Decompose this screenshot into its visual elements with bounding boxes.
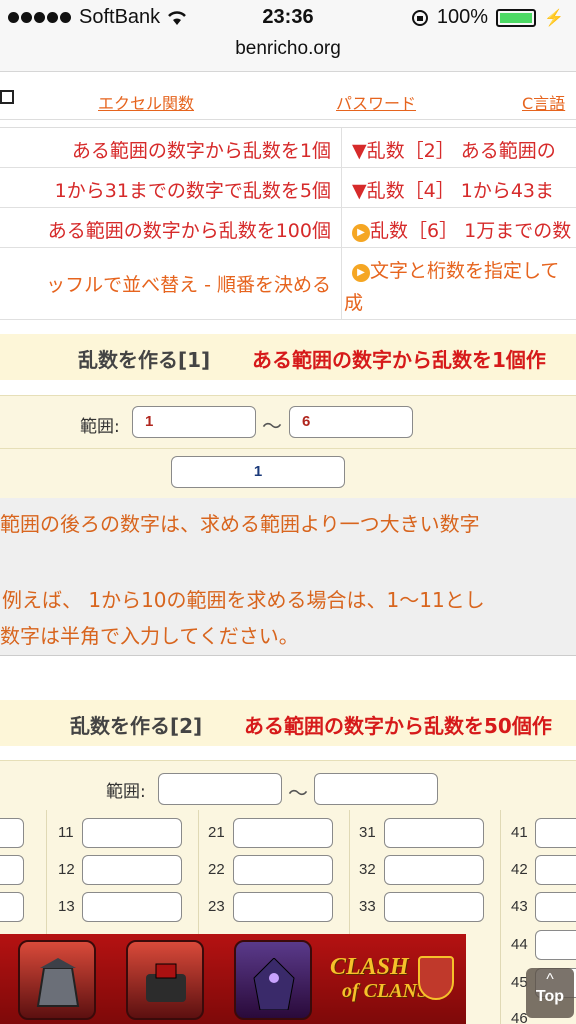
shield-icon — [418, 956, 454, 1000]
grid-number: 23 — [208, 898, 225, 915]
grid-field[interactable] — [82, 818, 182, 848]
table-row: ある範囲の数字から乱数を1個 ▼乱数［2］ ある範囲の — [0, 128, 576, 168]
table-row: ッフルで並べ替え - 順番を決める ▶ 文字と桁数を指定して 成 — [0, 248, 576, 320]
play-icon: ▶ — [352, 264, 370, 282]
grid-field[interactable] — [233, 855, 333, 885]
link-shuffle[interactable]: ッフルで並べ替え - 順番を決める — [0, 248, 342, 319]
url-text: benricho.org — [235, 38, 341, 59]
grid-field[interactable] — [535, 818, 576, 848]
link-random-6[interactable]: ▶ 乱数［6］ 1万までの数 — [352, 216, 571, 243]
grid-number: 22 — [208, 861, 225, 878]
nav-link-excel[interactable]: エクセル関数 — [98, 90, 194, 114]
grid-field[interactable] — [535, 855, 576, 885]
grid-field[interactable] — [535, 930, 576, 960]
grid-field[interactable] — [233, 818, 333, 848]
grid-number: 12 — [58, 861, 75, 878]
url-bar[interactable]: benricho.org — [0, 34, 576, 72]
range-max-input[interactable] — [314, 773, 438, 805]
play-icon: ▶ — [352, 224, 370, 242]
grid-field[interactable] — [0, 818, 24, 848]
nav-link-password[interactable]: パスワード — [336, 90, 416, 114]
grid-field[interactable] — [384, 855, 484, 885]
link-range-100[interactable]: ある範囲の数字から乱数を100個 — [0, 208, 342, 247]
table-row: ある範囲の数字から乱数を100個 ▶ 乱数［6］ 1万までの数 — [0, 208, 576, 248]
section1-title: 乱数を作る[1] — [78, 348, 211, 372]
grid-number: 42 — [511, 861, 528, 878]
battery-icon — [496, 8, 537, 27]
warrior-icon — [253, 958, 295, 1010]
grid-number: 33 — [359, 898, 376, 915]
link-range-1[interactable]: ある範囲の数字から乱数を1個 — [0, 128, 342, 167]
notes-box: 範囲の後ろの数字は、求める範囲より一つ大きい数字 例えば、 1から10の範囲を求… — [0, 498, 576, 656]
grid-number: 41 — [511, 824, 528, 841]
grid-number: 44 — [511, 936, 528, 953]
grid-field[interactable] — [233, 892, 333, 922]
ad-tile-cannon[interactable] — [126, 940, 204, 1020]
note-line: 範囲の後ろの数字は、求める範囲より一つ大きい数字 — [0, 512, 480, 536]
link-random-2[interactable]: ▼乱数［2］ ある範囲の — [352, 136, 556, 163]
grid-field[interactable] — [384, 818, 484, 848]
range-max-input[interactable]: 6 — [289, 406, 413, 438]
link-line2: 成 — [344, 292, 364, 314]
grid-field[interactable] — [0, 892, 24, 922]
rotation-lock-icon — [411, 9, 428, 26]
table-row: 1から31までの数字で乱数を5個 ▼乱数［4］ 1から43ま — [0, 168, 576, 208]
ad-logo[interactable]: CLASH of CLANS — [330, 950, 458, 1010]
ad-tile-pekka[interactable] — [234, 940, 312, 1020]
charging-icon: ⚡ — [544, 9, 564, 27]
result-output[interactable]: 1 — [171, 456, 345, 488]
section1-form: 範囲: 1 〜 6 1 — [0, 395, 576, 498]
link-table: ある範囲の数字から乱数を1個 ▼乱数［2］ ある範囲の 1から31までの数字で乱… — [0, 127, 576, 320]
status-bar: SoftBank 23:36 100% ⚡ — [0, 0, 576, 34]
tilde: 〜 — [262, 414, 282, 438]
section2-form: 範囲: 〜 — [0, 760, 576, 810]
tower-icon — [36, 958, 80, 1007]
ad-banner[interactable]: CLASH of CLANS — [0, 934, 466, 1024]
section1-subtitle: ある範囲の数字から乱数を1個作 — [252, 348, 546, 372]
external-link-icon[interactable] — [0, 90, 14, 104]
link-random-4[interactable]: ▼乱数［4］ 1から43ま — [352, 176, 554, 203]
grid-number: 31 — [359, 824, 376, 841]
tilde: 〜 — [288, 781, 308, 805]
battery-percent: 100% — [436, 6, 489, 28]
grid-number: 43 — [511, 898, 528, 915]
scroll-top-button[interactable]: ^ Top — [526, 968, 574, 1018]
top-nav: エクセル関数 パスワード C言語 — [0, 80, 576, 120]
link-string-digits[interactable]: ▶ 文字と桁数を指定して — [352, 256, 559, 283]
grid-number: 32 — [359, 861, 376, 878]
link-31-5[interactable]: 1から31までの数字で乱数を5個 — [0, 168, 342, 207]
nav-link-c-language[interactable]: C言語 — [522, 90, 565, 114]
note-line: 例えば、 1から10の範囲を求める場合は、1〜11とし — [2, 588, 485, 612]
battery-group: 100% ⚡ — [411, 6, 564, 29]
section2-subtitle: ある範囲の数字から乱数を50個作 — [244, 714, 552, 738]
ad-tile-tower[interactable] — [18, 940, 96, 1020]
grid-number: 21 — [208, 824, 225, 841]
section2-title: 乱数を作る[2] — [70, 714, 203, 738]
section1-header: 乱数を作る[1] ある範囲の数字から乱数を1個作 — [0, 334, 576, 380]
section2-header: 乱数を作る[2] ある範囲の数字から乱数を50個作 — [0, 700, 576, 746]
arrow-up-icon: ^ — [546, 971, 554, 988]
range-min-input[interactable]: 1 — [132, 406, 256, 438]
range-label: 範囲: — [80, 417, 120, 437]
grid-number: 13 — [58, 898, 75, 915]
grid-field[interactable] — [82, 855, 182, 885]
range-label: 範囲: — [106, 782, 146, 802]
grid-field[interactable] — [0, 855, 24, 885]
grid-number: 11 — [58, 824, 74, 841]
cannon-icon — [146, 963, 186, 1002]
range-min-input[interactable] — [158, 773, 282, 805]
grid-field[interactable] — [384, 892, 484, 922]
grid-field[interactable] — [82, 892, 182, 922]
grid-field[interactable] — [535, 892, 576, 922]
note-line: 数字は半角で入力してください。 — [0, 624, 299, 648]
